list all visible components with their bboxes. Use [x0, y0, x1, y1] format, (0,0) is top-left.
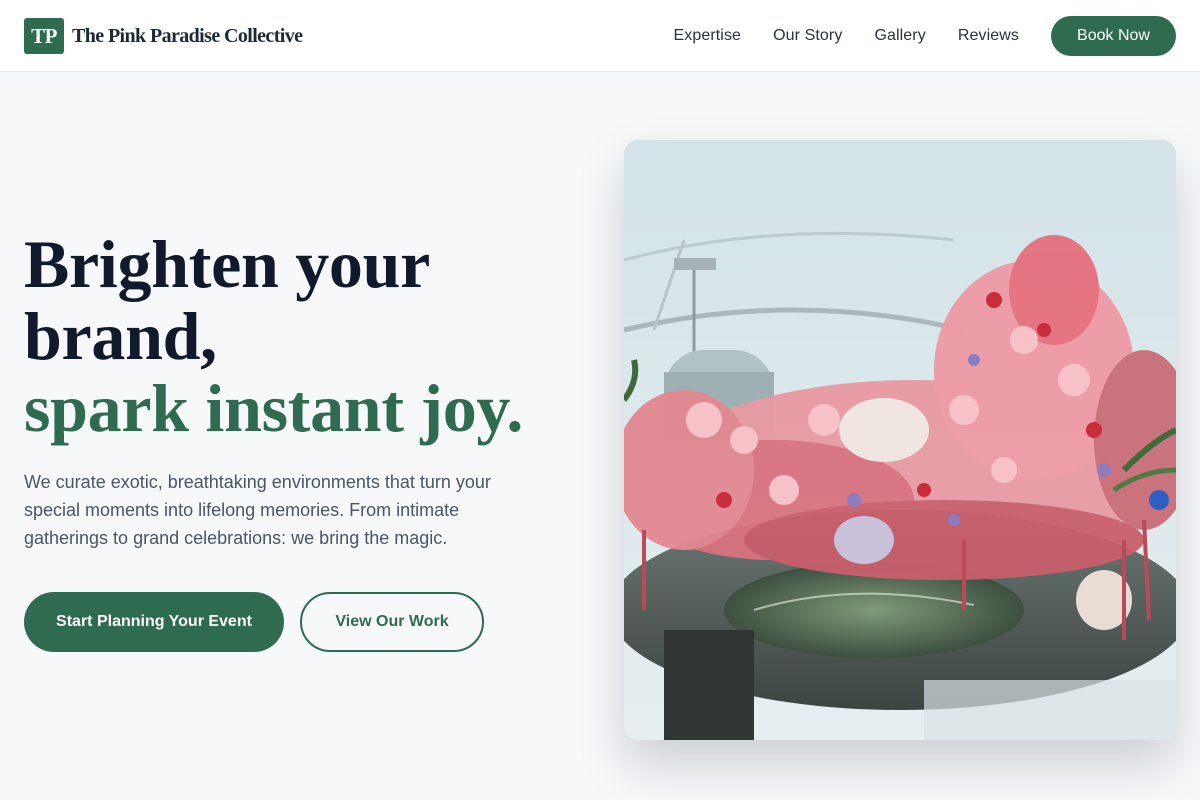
view-our-work-button[interactable]: View Our Work	[300, 592, 484, 652]
nav-link-expertise[interactable]: Expertise	[673, 27, 741, 45]
headline-line-2: brand,	[24, 298, 217, 374]
hero-subtext: We curate exotic, breathtaking environme…	[24, 472, 491, 548]
site-header: TP The Pink Paradise Collective Expertis…	[0, 0, 1200, 72]
brand-logo[interactable]: TP The Pink Paradise Collective	[24, 18, 303, 54]
headline-accent: spark instant joy.	[24, 370, 524, 446]
logo-mark: TP	[24, 18, 64, 54]
nav-link-gallery[interactable]: Gallery	[874, 27, 925, 45]
headline-line-1: Brighten your	[24, 226, 430, 302]
hero-image	[624, 140, 1176, 740]
floral-installation-illustration	[624, 140, 1176, 740]
start-planning-button[interactable]: Start Planning Your Event	[24, 592, 284, 652]
hero-headline: Brighten your brand, spark instant joy.	[24, 228, 584, 444]
book-now-button[interactable]: Book Now	[1051, 16, 1176, 56]
brand-name: The Pink Paradise Collective	[72, 24, 303, 47]
nav-link-reviews[interactable]: Reviews	[958, 27, 1019, 45]
nav-link-our-story[interactable]: Our Story	[773, 27, 842, 45]
main-nav: Expertise Our Story Gallery Reviews Book…	[673, 16, 1176, 56]
